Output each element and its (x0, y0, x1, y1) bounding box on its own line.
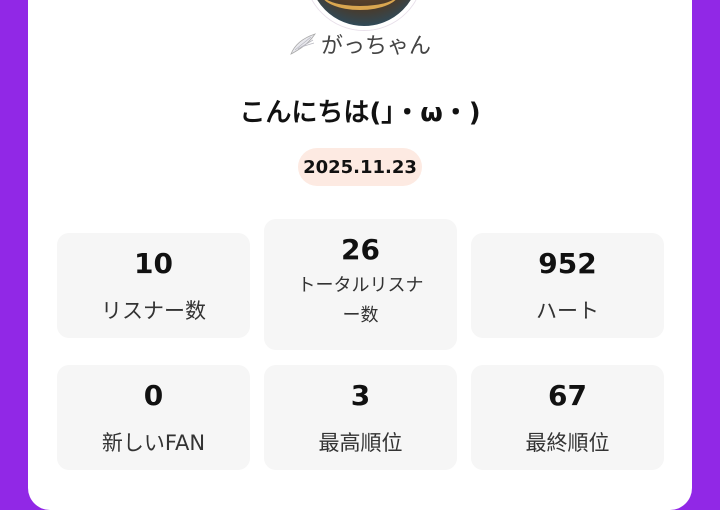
user-name-row: がっちゃん (0, 28, 720, 60)
stat-best-rank: 3 最高順位 (264, 365, 457, 470)
stat-label: 新しいFAN (101, 431, 206, 455)
stat-label: リスナー数 (101, 299, 206, 323)
user-name: がっちゃん (320, 34, 431, 59)
stat-total-listeners: 26 トータルリスナ ー数 (264, 219, 457, 350)
stat-value: 3 (350, 379, 371, 412)
stat-hearts: 952 ハート (471, 233, 664, 338)
stat-value: 952 (538, 247, 597, 280)
stat-label: ハート (536, 299, 599, 323)
stat-final-rank: 67 最終順位 (471, 365, 664, 470)
stat-label-line1: トータルリスナ (297, 275, 424, 296)
stat-label-line2: ー数 (342, 305, 379, 326)
stat-label: 最高順位 (318, 431, 403, 455)
stat-value: 26 (341, 233, 380, 266)
date-badge: 2025.11.23 (298, 148, 422, 186)
stat-new-fans: 0 新しいFAN (57, 365, 250, 470)
avatar-ornament (321, 0, 399, 10)
stat-label: 最終順位 (525, 431, 610, 455)
greeting-title: こんにちは(」・ω・) (239, 98, 481, 128)
stat-value: 10 (134, 247, 173, 280)
stat-listeners: 10 リスナー数 (57, 233, 250, 338)
stat-value: 0 (143, 379, 164, 412)
wing-icon (289, 32, 317, 56)
stat-value: 67 (548, 379, 587, 412)
